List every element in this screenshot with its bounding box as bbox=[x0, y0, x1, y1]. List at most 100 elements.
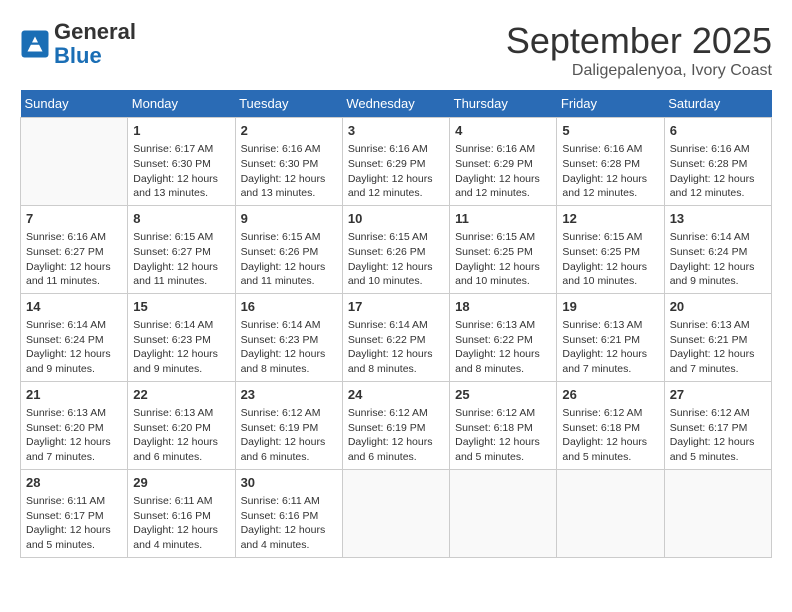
calendar-cell: 3Sunrise: 6:16 AM Sunset: 6:29 PM Daylig… bbox=[342, 118, 449, 206]
calendar-cell: 24 Sunrise: 6:12 AM Sunset: 6:19 PM Dayli… bbox=[342, 381, 449, 469]
calendar-cell: 27 Sunrise: 6:12 AM Sunset: 6:17 PM Dayli… bbox=[664, 381, 771, 469]
calendar-cell: 9 Sunrise: 6:15 AM Sunset: 6:26 PM Daylig… bbox=[235, 205, 342, 293]
calendar-cell bbox=[450, 469, 557, 557]
day-number: 1 bbox=[133, 122, 229, 140]
day-info: Sunrise: 6:13 AM Sunset: 6:20 PM Dayligh… bbox=[26, 406, 122, 465]
day-number: 20 bbox=[670, 298, 766, 316]
day-number: 11 bbox=[455, 210, 551, 228]
day-number: 7 bbox=[26, 210, 122, 228]
calendar-week-row: 28 Sunrise: 6:11 AM Sunset: 6:17 PM Dayli… bbox=[21, 469, 772, 557]
day-info: Sunrise: 6:14 AM Sunset: 6:22 PM Dayligh… bbox=[348, 318, 444, 377]
calendar-cell: 18Sunrise: 6:13 AM Sunset: 6:22 PM Dayli… bbox=[450, 293, 557, 381]
day-info: Sunrise: 6:16 AM Sunset: 6:28 PM Dayligh… bbox=[670, 142, 766, 201]
day-number: 12 bbox=[562, 210, 658, 228]
day-info: Sunrise: 6:14 AM Sunset: 6:23 PM Dayligh… bbox=[133, 318, 229, 377]
day-number: 30 bbox=[241, 474, 337, 492]
calendar-cell: 12 Sunrise: 6:15 AM Sunset: 6:25 PM Dayli… bbox=[557, 205, 664, 293]
calendar-cell: 20 Sunrise: 6:13 AM Sunset: 6:21 PM Dayli… bbox=[664, 293, 771, 381]
day-info: Sunrise: 6:14 AM Sunset: 6:24 PM Dayligh… bbox=[26, 318, 122, 377]
calendar-cell: 7Sunrise: 6:16 AM Sunset: 6:27 PM Daylig… bbox=[21, 205, 128, 293]
day-info: Sunrise: 6:16 AM Sunset: 6:30 PM Dayligh… bbox=[241, 142, 337, 201]
day-number: 6 bbox=[670, 122, 766, 140]
day-info: Sunrise: 6:14 AM Sunset: 6:23 PM Dayligh… bbox=[241, 318, 337, 377]
day-info: Sunrise: 6:15 AM Sunset: 6:26 PM Dayligh… bbox=[241, 230, 337, 289]
day-number: 13 bbox=[670, 210, 766, 228]
calendar-cell: 23 Sunrise: 6:12 AM Sunset: 6:19 PM Dayli… bbox=[235, 381, 342, 469]
day-info: Sunrise: 6:13 AM Sunset: 6:21 PM Dayligh… bbox=[562, 318, 658, 377]
calendar-body: 1 Sunrise: 6:17 AM Sunset: 6:30 PM Daylig… bbox=[21, 118, 772, 558]
location-subtitle: Daligepalenyoa, Ivory Coast bbox=[506, 62, 772, 80]
day-info: Sunrise: 6:17 AM Sunset: 6:30 PM Dayligh… bbox=[133, 142, 229, 201]
calendar-cell: 2Sunrise: 6:16 AM Sunset: 6:30 PM Daylig… bbox=[235, 118, 342, 206]
day-info: Sunrise: 6:15 AM Sunset: 6:26 PM Dayligh… bbox=[348, 230, 444, 289]
day-number: 9 bbox=[241, 210, 337, 228]
day-number: 8 bbox=[133, 210, 229, 228]
calendar-cell bbox=[557, 469, 664, 557]
calendar-day-header: Wednesday bbox=[342, 90, 449, 118]
page-header: General Blue September 2025 Daligepaleny… bbox=[20, 20, 772, 80]
calendar-cell: 6 Sunrise: 6:16 AM Sunset: 6:28 PM Daylig… bbox=[664, 118, 771, 206]
day-info: Sunrise: 6:11 AM Sunset: 6:16 PM Dayligh… bbox=[241, 494, 337, 553]
day-info: Sunrise: 6:12 AM Sunset: 6:19 PM Dayligh… bbox=[348, 406, 444, 465]
day-info: Sunrise: 6:12 AM Sunset: 6:18 PM Dayligh… bbox=[562, 406, 658, 465]
day-info: Sunrise: 6:12 AM Sunset: 6:17 PM Dayligh… bbox=[670, 406, 766, 465]
day-info: Sunrise: 6:12 AM Sunset: 6:18 PM Dayligh… bbox=[455, 406, 551, 465]
day-info: Sunrise: 6:16 AM Sunset: 6:29 PM Dayligh… bbox=[348, 142, 444, 201]
day-number: 29 bbox=[133, 474, 229, 492]
day-number: 24 bbox=[348, 386, 444, 404]
day-number: 19 bbox=[562, 298, 658, 316]
day-number: 15 bbox=[133, 298, 229, 316]
day-number: 16 bbox=[241, 298, 337, 316]
day-info: Sunrise: 6:13 AM Sunset: 6:20 PM Dayligh… bbox=[133, 406, 229, 465]
calendar-cell: 17Sunrise: 6:14 AM Sunset: 6:22 PM Dayli… bbox=[342, 293, 449, 381]
calendar-cell: 4Sunrise: 6:16 AM Sunset: 6:29 PM Daylig… bbox=[450, 118, 557, 206]
logo-icon bbox=[20, 29, 50, 59]
day-info: Sunrise: 6:15 AM Sunset: 6:25 PM Dayligh… bbox=[562, 230, 658, 289]
calendar-cell: 14Sunrise: 6:14 AM Sunset: 6:24 PM Dayli… bbox=[21, 293, 128, 381]
title-block: September 2025 Daligepalenyoa, Ivory Coa… bbox=[506, 20, 772, 80]
calendar-week-row: 7Sunrise: 6:16 AM Sunset: 6:27 PM Daylig… bbox=[21, 205, 772, 293]
calendar-cell: 19 Sunrise: 6:13 AM Sunset: 6:21 PM Dayli… bbox=[557, 293, 664, 381]
calendar-cell: 5 Sunrise: 6:16 AM Sunset: 6:28 PM Daylig… bbox=[557, 118, 664, 206]
calendar-day-header: Thursday bbox=[450, 90, 557, 118]
calendar-day-header: Sunday bbox=[21, 90, 128, 118]
day-number: 28 bbox=[26, 474, 122, 492]
day-info: Sunrise: 6:11 AM Sunset: 6:17 PM Dayligh… bbox=[26, 494, 122, 553]
day-number: 27 bbox=[670, 386, 766, 404]
calendar-cell: 8 Sunrise: 6:15 AM Sunset: 6:27 PM Daylig… bbox=[128, 205, 235, 293]
calendar-cell: 29 Sunrise: 6:11 AM Sunset: 6:16 PM Dayli… bbox=[128, 469, 235, 557]
calendar-day-header: Monday bbox=[128, 90, 235, 118]
calendar-cell: 30 Sunrise: 6:11 AM Sunset: 6:16 PM Dayli… bbox=[235, 469, 342, 557]
calendar-week-row: 21 Sunrise: 6:13 AM Sunset: 6:20 PM Dayli… bbox=[21, 381, 772, 469]
calendar-cell: 11Sunrise: 6:15 AM Sunset: 6:25 PM Dayli… bbox=[450, 205, 557, 293]
calendar-cell: 25 Sunrise: 6:12 AM Sunset: 6:18 PM Dayli… bbox=[450, 381, 557, 469]
calendar-cell: 16 Sunrise: 6:14 AM Sunset: 6:23 PM Dayli… bbox=[235, 293, 342, 381]
month-title: September 2025 bbox=[506, 20, 772, 62]
calendar-cell: 26 Sunrise: 6:12 AM Sunset: 6:18 PM Dayli… bbox=[557, 381, 664, 469]
calendar-cell: 22 Sunrise: 6:13 AM Sunset: 6:20 PM Dayli… bbox=[128, 381, 235, 469]
day-number: 25 bbox=[455, 386, 551, 404]
day-number: 26 bbox=[562, 386, 658, 404]
calendar-cell: 21 Sunrise: 6:13 AM Sunset: 6:20 PM Dayli… bbox=[21, 381, 128, 469]
day-number: 22 bbox=[133, 386, 229, 404]
day-info: Sunrise: 6:14 AM Sunset: 6:24 PM Dayligh… bbox=[670, 230, 766, 289]
calendar-cell: 1 Sunrise: 6:17 AM Sunset: 6:30 PM Daylig… bbox=[128, 118, 235, 206]
day-info: Sunrise: 6:16 AM Sunset: 6:29 PM Dayligh… bbox=[455, 142, 551, 201]
calendar-day-header: Saturday bbox=[664, 90, 771, 118]
logo-text: General Blue bbox=[54, 20, 136, 68]
day-info: Sunrise: 6:12 AM Sunset: 6:19 PM Dayligh… bbox=[241, 406, 337, 465]
calendar-cell bbox=[664, 469, 771, 557]
day-info: Sunrise: 6:16 AM Sunset: 6:28 PM Dayligh… bbox=[562, 142, 658, 201]
calendar-day-header: Friday bbox=[557, 90, 664, 118]
calendar-cell: 13 Sunrise: 6:14 AM Sunset: 6:24 PM Dayli… bbox=[664, 205, 771, 293]
calendar-cell: 28 Sunrise: 6:11 AM Sunset: 6:17 PM Dayli… bbox=[21, 469, 128, 557]
day-number: 23 bbox=[241, 386, 337, 404]
day-number: 21 bbox=[26, 386, 122, 404]
calendar-header-row: SundayMondayTuesdayWednesdayThursdayFrid… bbox=[21, 90, 772, 118]
day-info: Sunrise: 6:13 AM Sunset: 6:21 PM Dayligh… bbox=[670, 318, 766, 377]
day-info: Sunrise: 6:11 AM Sunset: 6:16 PM Dayligh… bbox=[133, 494, 229, 553]
day-info: Sunrise: 6:15 AM Sunset: 6:27 PM Dayligh… bbox=[133, 230, 229, 289]
day-number: 5 bbox=[562, 122, 658, 140]
calendar-table: SundayMondayTuesdayWednesdayThursdayFrid… bbox=[20, 90, 772, 558]
calendar-cell bbox=[21, 118, 128, 206]
